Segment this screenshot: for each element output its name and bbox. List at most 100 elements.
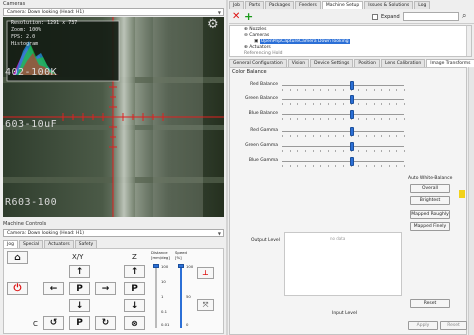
tree-item-label: Cameras <box>249 33 270 38</box>
slider-thumb[interactable] <box>349 110 354 119</box>
tab-packages[interactable]: Packages <box>265 1 295 9</box>
tab-image-transforms[interactable]: Image Transforms <box>426 59 474 67</box>
tab-machine-setup[interactable]: Machine Setup <box>321 1 364 9</box>
jog-y-minus-button[interactable]: ↓ <box>69 299 90 312</box>
slider-tick <box>289 118 291 120</box>
slider-tick <box>320 150 322 152</box>
gear-icon[interactable]: ⚙ <box>207 17 221 32</box>
slider-tick <box>335 103 337 105</box>
awb-brightest-button[interactable]: Brightest <box>410 196 450 205</box>
slider-thumb[interactable] <box>349 157 354 166</box>
speed-slider-track[interactable] <box>180 264 182 328</box>
tree-item-actuators[interactable]: ⊕ Actuators <box>244 45 271 50</box>
rotate-ccw-button[interactable]: ↺ <box>43 316 64 330</box>
slider-thumb[interactable] <box>349 142 354 151</box>
slider-tick <box>404 89 405 91</box>
slider-track[interactable] <box>282 114 404 115</box>
awb-mapped-roughly-button[interactable]: Mapped Roughly <box>410 210 450 219</box>
tab-actuators[interactable]: Actuators <box>44 240 74 248</box>
power-button[interactable]: ⏻ <box>7 282 28 295</box>
tree-item-nozzles[interactable]: ⊕ Nozzles <box>244 27 266 32</box>
tab-vision[interactable]: Vision <box>287 59 310 67</box>
slider-thumb[interactable] <box>349 95 354 104</box>
tab-log[interactable]: Log <box>414 1 431 9</box>
awb-overall-button[interactable]: Overall <box>410 184 450 193</box>
arrow-down-icon: ↓ <box>130 300 139 311</box>
jog-y-plus-button[interactable]: ↑ <box>69 265 90 278</box>
remove-icon[interactable]: ✕ <box>232 11 240 22</box>
slider-tick <box>388 89 390 91</box>
slider-tick <box>404 165 405 167</box>
tab-position[interactable]: Position <box>354 59 380 67</box>
tree-item-down-camera[interactable]: ▣ OpenPnpCaptureCamera Down looking <box>254 39 350 44</box>
jog-x-minus-button[interactable]: ← <box>43 282 64 295</box>
camera-select[interactable]: Camera: Down looking (Head: H1) ▼ <box>3 8 224 16</box>
slider-tick <box>373 118 375 120</box>
search-input[interactable] <box>403 12 459 21</box>
head-camera-select[interactable]: Camera: Down looking (Head: H1) ▼ <box>3 229 224 237</box>
machine-tree: ⊕ Nozzles ⊖ Cameras ▣ OpenPnpCaptureCame… <box>229 25 472 57</box>
tab-device-settings[interactable]: Device Settings <box>310 59 354 67</box>
tab-jog[interactable]: Jog <box>3 240 18 248</box>
slider-tick <box>297 135 299 137</box>
slider-tick <box>304 150 306 152</box>
tree-item-cameras[interactable]: ⊖ Cameras <box>244 33 269 38</box>
slider-tick <box>381 103 383 105</box>
jog-z-minus-button[interactable]: ↓ <box>124 299 145 312</box>
speed-slider-thumb[interactable] <box>178 264 184 268</box>
park-c-button[interactable]: P <box>69 316 90 330</box>
jog-z-plus-button[interactable]: ↑ <box>124 265 145 278</box>
slider-track[interactable] <box>282 146 404 147</box>
slider-thumb[interactable] <box>349 127 354 136</box>
distance-tick: 0.01 <box>161 322 170 327</box>
cameras-title: Cameras <box>3 1 26 7</box>
tab-job[interactable]: Job <box>229 1 244 9</box>
slider-tick <box>396 165 398 167</box>
slider-thumb[interactable] <box>349 81 354 90</box>
panel-scrollbar[interactable] <box>468 67 474 335</box>
slider-tick <box>358 135 360 137</box>
tab-lens-calibration[interactable]: Lens Calibration <box>380 59 426 67</box>
jog-x-plus-button[interactable]: → <box>95 282 116 295</box>
rotate-cw-button[interactable]: ↻ <box>95 316 116 330</box>
park-xy-button[interactable]: P <box>69 282 90 295</box>
tab-parts[interactable]: Parts <box>244 1 265 9</box>
tab-issues-solutions[interactable]: Issues & Solutions <box>364 1 414 9</box>
slider-tick <box>381 150 383 152</box>
slider-track[interactable] <box>282 131 404 132</box>
tab-safety[interactable]: Safety <box>74 240 98 248</box>
pcb-label: 603-10uF <box>5 119 58 130</box>
fit-view-button[interactable]: ⤧ <box>197 299 214 311</box>
tab-special[interactable]: Special <box>18 240 44 248</box>
add-icon[interactable]: + <box>244 10 253 23</box>
camera-select-value: Camera: Down looking (Head: H1) <box>7 10 85 15</box>
split-divider[interactable] <box>226 0 228 335</box>
tree-item-referencing[interactable]: Referencing Hold <box>244 51 283 56</box>
camera-view[interactable]: Resolution: 1291 x 737 Zoom: 100% FPS: 2… <box>3 17 224 217</box>
expand-checkbox[interactable] <box>372 14 378 20</box>
slider-track[interactable] <box>282 85 404 86</box>
rotate-cw-icon: ↻ <box>101 318 110 328</box>
tab-general-configuration[interactable]: General Configuration <box>229 59 287 67</box>
distance-slider-track[interactable] <box>155 264 157 328</box>
nozzle-tool-button[interactable]: ⊥ <box>197 267 214 279</box>
discard-button[interactable]: ⊗ <box>124 316 145 330</box>
slider-tick <box>358 150 360 152</box>
awb-mapped-finely-button[interactable]: Mapped Finely <box>410 222 450 231</box>
arrow-left-icon: ← <box>49 283 58 294</box>
slider-tick <box>365 165 367 167</box>
slider-track[interactable] <box>282 161 404 162</box>
slider-track[interactable] <box>282 99 404 100</box>
slider-tick <box>343 150 344 152</box>
tree-scrollbar[interactable] <box>466 26 471 56</box>
slider-label: Red Balance <box>250 82 278 87</box>
park-z-button[interactable]: P <box>124 282 145 295</box>
reset-levels-button[interactable]: Reset <box>410 299 450 308</box>
tab-feeders[interactable]: Feeders <box>295 1 321 9</box>
pcb-label: 402-100K <box>5 67 58 78</box>
reset-button[interactable]: Reset <box>440 321 467 330</box>
apply-button[interactable]: Apply <box>408 321 438 330</box>
distance-slider-thumb[interactable] <box>153 264 159 268</box>
home-button[interactable]: ⌂ <box>7 251 28 264</box>
slider-tick <box>335 150 337 152</box>
